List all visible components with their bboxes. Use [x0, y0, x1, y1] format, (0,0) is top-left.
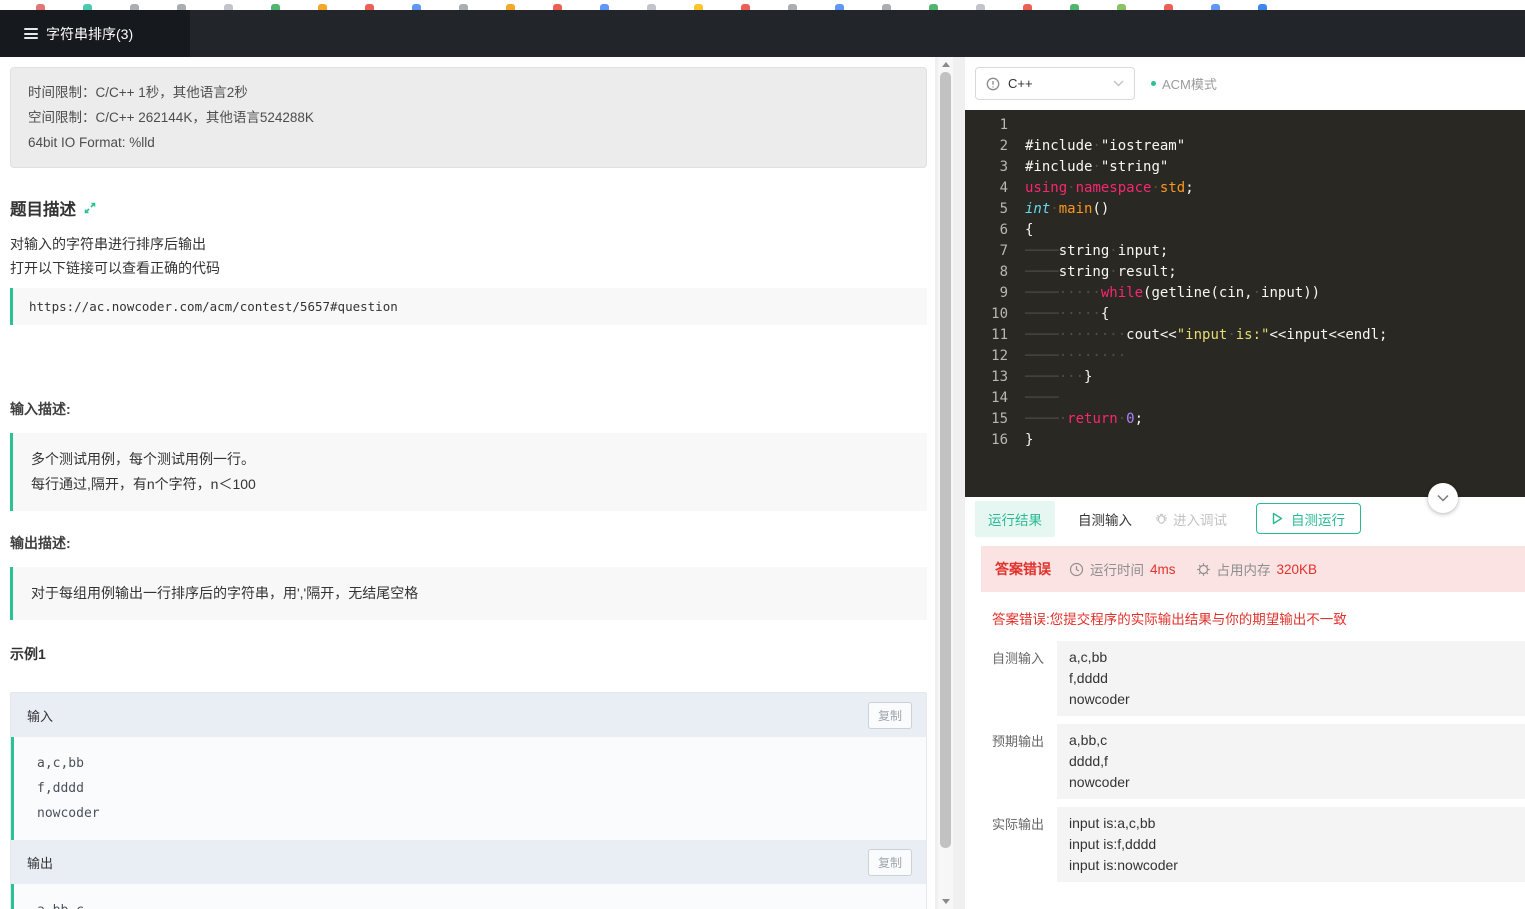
acm-mode-dot-icon: [1151, 81, 1156, 86]
copy-input-button[interactable]: 复制: [867, 701, 912, 729]
result-row-label: 预期输出: [992, 734, 1045, 749]
description-text: 对输入的字符串进行排序后输出 打开以下链接可以查看正确的代码: [10, 236, 220, 276]
result-row-value: a,bb,c dddd,f nowcoder: [1057, 724, 1525, 799]
line-number: 13: [991, 369, 1008, 385]
output-desc-text: 对于每组用例输出一行排序后的字符串，用','隔开，无结尾空格: [10, 567, 927, 620]
list-icon: [24, 28, 38, 39]
result-row: 自测输入 a,c,bb f,dddd nowcoder: [981, 641, 1525, 716]
code-line: 1: [965, 115, 1525, 136]
line-number: 11: [991, 327, 1008, 343]
line-number: 14: [991, 390, 1008, 406]
scroll-up-arrow[interactable]: [938, 57, 953, 72]
line-number: 7: [999, 243, 1008, 259]
code-line: 15 ────·return·0;: [965, 409, 1525, 430]
line-number: 3: [999, 159, 1008, 175]
memory-stat: 占用内存 320KB: [1196, 559, 1317, 579]
result-row: 预期输出 a,bb,c dddd,f nowcoder: [981, 724, 1525, 799]
browser-favicon-strip: [0, 0, 1525, 10]
example-title: 示例1: [10, 646, 46, 662]
chevron-down-icon: [1113, 80, 1124, 87]
code-line: 6{: [965, 220, 1525, 241]
line-number: 10: [991, 306, 1008, 322]
code-line: 5 int·main(): [965, 199, 1525, 220]
line-number: 16: [991, 432, 1008, 448]
code-line: 4 using·namespace·std;: [965, 178, 1525, 199]
sample-output-header: 输出 复制: [11, 840, 926, 884]
problem-panel: 时间限制：C/C++ 1秒，其他语言2秒 空间限制：C/C++ 262144K，…: [0, 57, 935, 909]
line-number: 8: [999, 264, 1008, 280]
example-block: 输入 复制 a,c,bb f,dddd nowcoder 输出 复制 a,bb,…: [10, 692, 927, 909]
language-icon: [986, 77, 1000, 91]
code-line: 8 ────string·result;: [965, 262, 1525, 283]
bug-icon: [1155, 512, 1168, 525]
runtime-stat: 运行时间 4ms: [1069, 559, 1176, 579]
language-select[interactable]: C++: [975, 67, 1135, 100]
result-row-label: 自测输入: [992, 651, 1045, 666]
workspace-topbar: 字符串排序(3): [0, 10, 1525, 57]
editor-panel: C++ ACM模式 1 2 #include·"iostream" 3 #include…: [965, 57, 1525, 909]
problem-tab-label: 字符串排序(3): [46, 25, 134, 42]
code-line: 3 #include·"string": [965, 157, 1525, 178]
line-number: 1: [999, 117, 1008, 133]
language-value: C++: [1008, 76, 1033, 91]
line-number: 12: [991, 348, 1008, 364]
code-line: 16}: [965, 430, 1525, 451]
expand-icon[interactable]: [83, 201, 97, 215]
scrollbar-thumb[interactable]: [940, 72, 951, 848]
code-line: 9 ────·····while(getline(cin,·input)): [965, 283, 1525, 304]
line-number: 4: [999, 180, 1008, 196]
problem-tab[interactable]: 字符串排序(3): [0, 10, 190, 57]
code-line: 7 ────string·input;: [965, 241, 1525, 262]
line-number: 5: [999, 201, 1008, 217]
verdict-text: 答案错误: [995, 561, 1051, 577]
description-title: 题目描述: [10, 201, 76, 219]
code-line: 10 ────·····{: [965, 304, 1525, 325]
code-line: 13 ────···}: [965, 367, 1525, 388]
code-line: 2 #include·"iostream": [965, 136, 1525, 157]
result-row-label: 实际输出: [992, 817, 1045, 832]
acm-mode: ACM模式: [1151, 67, 1217, 100]
play-icon: [1272, 512, 1283, 525]
copy-output-button[interactable]: 复制: [867, 848, 912, 876]
description-heading: 题目描述: [10, 196, 927, 220]
code-line: 14 ────: [965, 388, 1525, 409]
self-test-run-button[interactable]: 自测运行: [1256, 503, 1361, 534]
tab-run-result[interactable]: 运行结果: [975, 500, 1055, 537]
line-number: 6: [999, 222, 1008, 238]
sample-output-content: a,bb,c dddd,f: [11, 884, 926, 909]
result-row: 实际输出 input is:a,c,bb input is:f,dddd inpu…: [981, 807, 1525, 882]
result-row-value: a,c,bb f,dddd nowcoder: [1057, 641, 1525, 716]
code-line: 12 ────········: [965, 346, 1525, 367]
line-number: 2: [999, 138, 1008, 154]
sample-input-header: 输入 复制: [11, 693, 926, 737]
clock-icon: [1069, 562, 1084, 577]
sample-input-label: 输入: [27, 708, 54, 724]
sample-output-label: 输出: [27, 855, 54, 871]
tab-self-test-input[interactable]: 自测输入: [1078, 509, 1132, 529]
line-number: 9: [999, 285, 1008, 301]
error-message: 答案错误:您提交程序的实际输出结果与你的期望输出不一致: [992, 612, 1347, 627]
input-desc-title: 输入描述:: [10, 401, 71, 417]
line-number: 15: [991, 411, 1008, 427]
output-desc-title: 输出描述:: [10, 535, 71, 551]
result-row-value: input is:a,c,bb input is:f,dddd input is…: [1057, 807, 1525, 882]
tab-enter-debug[interactable]: 进入调试: [1155, 509, 1227, 529]
code-editor[interactable]: 1 2 #include·"iostream" 3 #include·"string" 4…: [965, 110, 1525, 497]
acm-mode-label: ACM模式: [1162, 77, 1217, 92]
verdict-bar: 答案错误 运行时间 4ms 占用内存 320KB: [981, 546, 1525, 592]
scroll-down-arrow[interactable]: [938, 894, 953, 909]
problem-scrollbar[interactable]: [938, 57, 953, 909]
input-desc-text: 多个测试用例，每个测试用例一行。 每行通过,隔开，有n个字符，n＜100: [10, 433, 927, 511]
limits-box: 时间限制：C/C++ 1秒，其他语言2秒 空间限制：C/C++ 262144K，…: [10, 67, 927, 168]
code-line: 11 ────········cout<<"input·is:"<<input<<…: [965, 325, 1525, 346]
answer-link-block: https://ac.nowcoder.com/acm/contest/5657…: [10, 288, 927, 325]
memory-gear-icon: [1196, 562, 1211, 577]
result-rows: 自测输入 a,c,bb f,dddd nowcoder 预期输出 a,bb,c ddd…: [981, 641, 1525, 890]
collapse-results-button[interactable]: [1428, 483, 1458, 513]
sample-input-content: a,c,bb f,dddd nowcoder: [11, 737, 926, 840]
